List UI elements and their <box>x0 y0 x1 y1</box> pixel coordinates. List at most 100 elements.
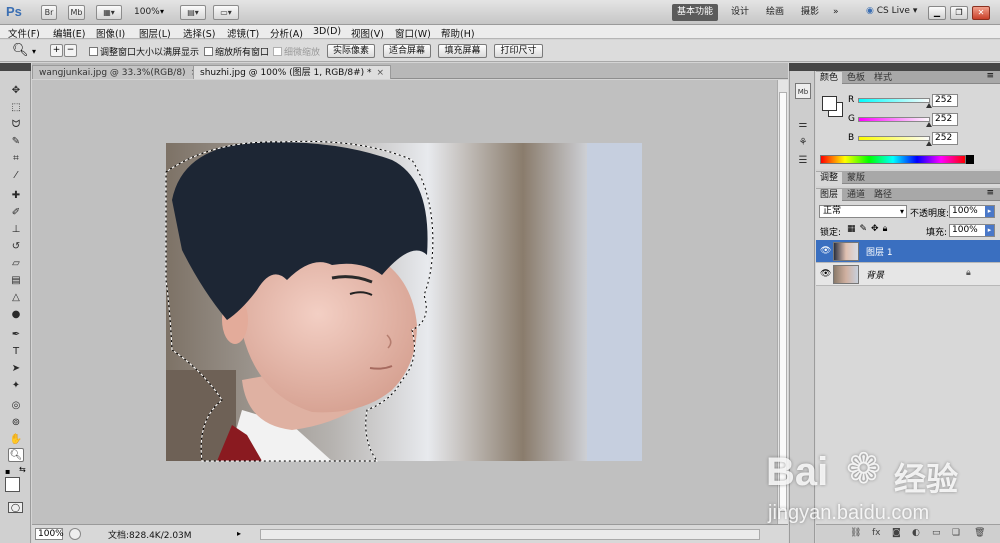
tab-document-2[interactable]: shuzhi.jpg @ 100% (图层 1, RGB/8#) * × <box>193 65 392 79</box>
menu-window[interactable]: 窗口(W) <box>395 26 431 40</box>
type-tool-icon[interactable]: T <box>8 345 24 359</box>
horizontal-scrollbar[interactable] <box>260 529 760 540</box>
clone-source-icon[interactable]: ⚘ <box>795 135 811 151</box>
link-layers-icon[interactable]: ⛓ <box>850 528 861 538</box>
panel-dock-grip[interactable] <box>789 63 1000 71</box>
channel-g-value[interactable]: 252 <box>932 113 958 126</box>
lasso-tool-icon[interactable]: ᗢ <box>8 118 24 132</box>
quick-selection-tool-icon[interactable]: ✎ <box>8 135 24 149</box>
layer-row-background[interactable]: 👁︎ 背景 🔒︎ <box>816 263 1000 286</box>
menu-edit[interactable]: 编辑(E) <box>53 26 85 40</box>
eye-icon[interactable]: 👁︎ <box>820 269 831 279</box>
eyedropper-tool-icon[interactable]: ⁄ <box>8 169 24 183</box>
healing-brush-tool-icon[interactable]: ✚ <box>8 189 24 203</box>
print-size-button[interactable]: 打印尺寸 <box>494 44 543 58</box>
close-icon[interactable]: × <box>377 68 385 78</box>
bridge-launch-button[interactable]: Br <box>41 5 57 20</box>
document-canvas-area[interactable] <box>32 80 777 524</box>
document-info[interactable]: 文档:828.4K/2.03M <box>108 528 192 541</box>
spectrum-black-swatch[interactable] <box>966 155 974 164</box>
mini-bridge-launch-button[interactable]: Mb <box>68 5 85 20</box>
chevron-down-icon[interactable]: ▾ <box>32 47 36 56</box>
blur-tool-icon[interactable]: △ <box>8 291 24 305</box>
menu-3d[interactable]: 3D(D) <box>313 26 341 37</box>
cs-live-button[interactable]: ◉ CS Live ▾ <box>866 6 917 16</box>
tab-channels[interactable]: 通道 <box>843 189 869 201</box>
channel-b-value[interactable]: 252 <box>932 132 958 145</box>
chevron-right-icon[interactable]: ▸ <box>985 225 994 236</box>
brush-tool-icon[interactable]: ✐ <box>8 206 24 220</box>
zoom-field[interactable]: 100% <box>35 528 64 540</box>
screen-mode-button[interactable]: ▭▾ <box>213 5 239 20</box>
fill-screen-button[interactable]: 填充屏幕 <box>438 44 487 58</box>
eye-icon[interactable]: 👁︎ <box>820 246 831 256</box>
channel-g-slider[interactable] <box>858 117 930 122</box>
panel-foreground-swatch[interactable] <box>822 96 837 111</box>
zoom-tool-icon[interactable]: 🔍︎ <box>8 448 24 462</box>
fit-screen-button[interactable]: 适合屏幕 <box>383 44 431 58</box>
new-layer-icon[interactable]: ❏ <box>952 528 960 538</box>
layer-name[interactable]: 图层 1 <box>866 245 893 258</box>
clone-stamp-tool-icon[interactable]: ⊥ <box>8 223 24 237</box>
tab-masks[interactable]: 蒙版 <box>843 172 869 184</box>
menu-view[interactable]: 视图(V) <box>351 26 384 40</box>
workspace-painting[interactable]: 绘画 <box>761 4 789 21</box>
scrollbar-thumb[interactable] <box>779 92 787 512</box>
document-image[interactable] <box>32 80 777 524</box>
menu-image[interactable]: 图像(I) <box>96 26 125 40</box>
menu-help[interactable]: 帮助(H) <box>441 26 475 40</box>
layer-row-layer1[interactable]: 👁︎ 图层 1 <box>816 240 1000 263</box>
layer-style-icon[interactable]: fx <box>872 528 881 538</box>
menu-select[interactable]: 选择(S) <box>183 26 215 40</box>
eraser-tool-icon[interactable]: ▱ <box>8 257 24 271</box>
tab-swatches[interactable]: 色板 <box>843 72 869 84</box>
adjustments-icon[interactable]: ⚌ <box>795 117 811 133</box>
zoom-out-icon[interactable]: − <box>64 44 77 57</box>
panel-menu-icon[interactable]: ≡ <box>986 71 994 81</box>
view-extras-button[interactable]: ▦▾ <box>96 5 122 20</box>
tab-color[interactable]: 颜色 <box>816 72 843 84</box>
hand-tool-icon[interactable]: ✋ <box>8 433 24 447</box>
menu-analysis[interactable]: 分析(A) <box>270 26 303 40</box>
menu-file[interactable]: 文件(F) <box>8 26 40 40</box>
move-tool-icon[interactable]: ✥ <box>8 84 24 98</box>
dodge-tool-icon[interactable]: ● <box>8 308 24 322</box>
menu-layer[interactable]: 图层(L) <box>139 26 171 40</box>
adjustment-layer-icon[interactable]: ◐ <box>912 528 920 538</box>
chevron-right-icon[interactable]: ▸ <box>985 206 994 217</box>
color-spectrum-bar[interactable] <box>820 155 966 164</box>
pen-tool-icon[interactable]: ✒ <box>8 328 24 342</box>
tab-adjustments[interactable]: 调整 <box>816 172 843 184</box>
zoom-all-windows-checkbox[interactable] <box>204 47 213 56</box>
workspace-design[interactable]: 设计 <box>726 4 754 21</box>
crop-tool-icon[interactable]: ⌗ <box>8 152 24 166</box>
menu-filter[interactable]: 滤镜(T) <box>227 26 259 40</box>
workspace-essentials[interactable]: 基本功能 <box>672 4 719 21</box>
quick-mask-icon[interactable]: ◯ <box>8 502 23 513</box>
trash-icon[interactable]: 🗑︎ <box>974 528 985 538</box>
layer-name[interactable]: 背景 <box>866 268 884 281</box>
blend-mode-select[interactable]: 正常 ▾ <box>819 205 907 218</box>
actual-pixels-button[interactable]: 实际像素 <box>327 44 375 58</box>
toolbox-grip[interactable] <box>0 63 31 71</box>
swap-colors-icon[interactable]: ⇆ <box>19 465 26 474</box>
lock-options[interactable]: ▦✎✥🔒︎ <box>847 224 891 234</box>
tool-presets-icon[interactable]: ☰ <box>795 153 811 169</box>
close-button[interactable]: ✕ <box>972 6 990 20</box>
arrange-documents-button[interactable]: ▤▾ <box>180 5 206 20</box>
tab-document-1[interactable]: wangjunkai.jpg @ 33.3%(RGB/8)× <box>32 65 206 79</box>
tab-layers[interactable]: 图层 <box>816 189 843 201</box>
channel-r-slider[interactable] <box>858 98 930 103</box>
tab-styles[interactable]: 样式 <box>870 72 896 84</box>
restore-button[interactable]: ❐ <box>950 6 968 20</box>
default-colors-icon[interactable]: ▪ <box>5 467 10 476</box>
tab-paths[interactable]: 路径 <box>870 189 896 201</box>
status-menu-arrow-icon[interactable]: ▸ <box>237 529 241 538</box>
gradient-tool-icon[interactable]: ▤ <box>8 274 24 288</box>
status-info-icon[interactable] <box>69 528 81 540</box>
mini-bridge-icon[interactable]: Mb <box>795 83 811 99</box>
minimize-button[interactable]: ▁ <box>928 6 946 20</box>
fill-field[interactable]: 100% ▸ <box>949 224 995 237</box>
panel-menu-icon[interactable]: ≡ <box>986 188 994 198</box>
history-brush-tool-icon[interactable]: ↺ <box>8 240 24 254</box>
